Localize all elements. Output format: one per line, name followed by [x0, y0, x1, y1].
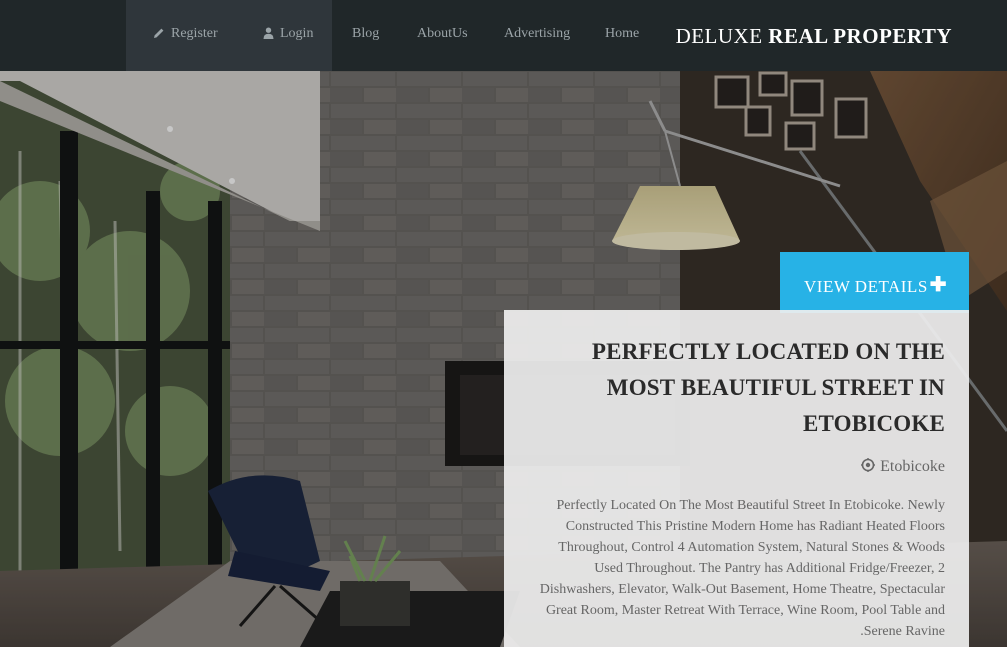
- property-info-card: PERFECTLY LOCATED ON THE MOST BEAUTIFUL …: [504, 310, 969, 647]
- nav-login-link[interactable]: Login: [263, 26, 313, 44]
- nav-login-label: Login: [280, 26, 314, 41]
- pencil-icon: [153, 27, 165, 44]
- brand-part2: REAL PROPERTY: [768, 24, 952, 48]
- location-pin-icon: [861, 458, 876, 477]
- nav-home-link[interactable]: Home: [605, 26, 639, 42]
- nav-aboutus-link[interactable]: AboutUs: [417, 26, 468, 42]
- user-icon: [263, 27, 274, 44]
- plus-icon: ✚: [929, 274, 948, 296]
- nav-register-link[interactable]: Register: [153, 26, 218, 44]
- brand-logo[interactable]: DELUXE REAL PROPERTY: [676, 24, 952, 49]
- brand-part1: DELUXE: [675, 24, 763, 48]
- view-details-button[interactable]: VIEW DETAILS ✚: [780, 252, 969, 313]
- property-location-label: Etobicoke: [880, 458, 945, 475]
- view-details-label: VIEW DETAILS: [804, 277, 928, 296]
- nav-register-label: Register: [171, 26, 218, 41]
- nav-blog-link[interactable]: Blog: [352, 26, 379, 42]
- property-description: Perfectly Located On The Most Beautiful …: [539, 498, 945, 639]
- property-location: Etobicoke: [528, 458, 945, 477]
- top-navbar: Register Login Blog AboutUs Advertising …: [0, 0, 1007, 71]
- nav-advertising-link[interactable]: Advertising: [504, 26, 570, 42]
- property-title: PERFECTLY LOCATED ON THE MOST BEAUTIFUL …: [591, 339, 945, 436]
